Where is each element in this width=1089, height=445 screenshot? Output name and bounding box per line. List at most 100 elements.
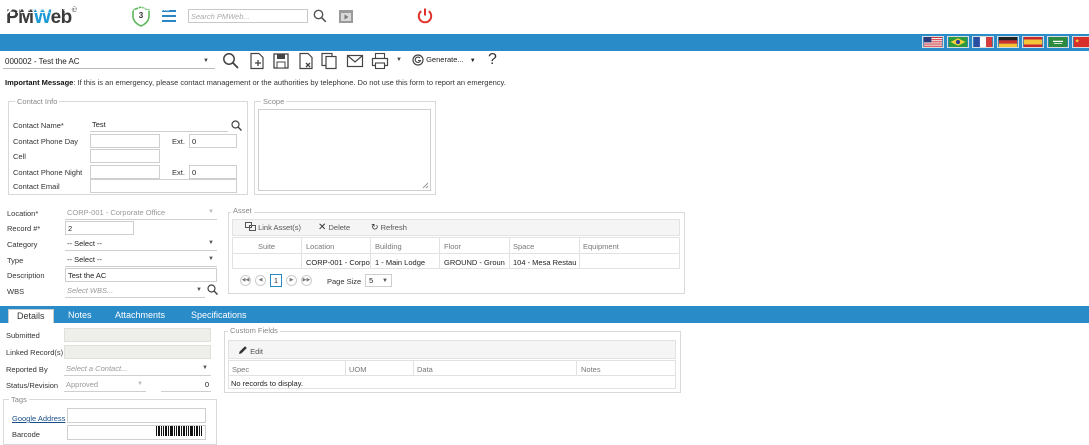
link-assets-button[interactable]: Link Asset(s) (245, 222, 301, 232)
description-input[interactable]: Test the AC (65, 268, 217, 282)
scope-textarea[interactable] (258, 109, 431, 191)
record-selector-value: 000002 - Test the AC (5, 57, 80, 66)
contact-phone-night-input[interactable] (90, 165, 160, 179)
brazil-flag[interactable] (947, 36, 969, 48)
pager-next-button[interactable]: ▶ (286, 275, 297, 286)
tab-attachments[interactable]: Attachments (107, 309, 173, 323)
edit-button[interactable]: Edit (238, 345, 263, 356)
search-icon[interactable] (313, 9, 327, 23)
wbs-select[interactable]: Select WBS... ▼ (65, 284, 205, 298)
status-select[interactable]: Approved ▼ (64, 378, 146, 392)
new-document-icon (250, 52, 264, 70)
contact-search-icon[interactable] (231, 120, 242, 133)
find-button[interactable] (222, 52, 240, 70)
copy-button[interactable] (320, 52, 338, 70)
asset-col-building[interactable]: Building (375, 242, 402, 251)
us-flag[interactable] (922, 36, 944, 48)
asset-col-space[interactable]: Space (513, 242, 534, 251)
barcode-image (155, 426, 203, 438)
delete-asset-button[interactable]: ✕ Delete (318, 222, 350, 233)
print-dropdown-icon[interactable]: ▼ (396, 57, 402, 63)
save-button[interactable] (272, 52, 290, 70)
link-assets-label: Link Asset(s) (258, 223, 302, 232)
ext-night-label: Ext. (172, 168, 185, 177)
asset-col-equipment[interactable]: Equipment (583, 242, 619, 251)
print-button[interactable] (371, 52, 389, 70)
location-select[interactable]: CORP-001 - Corporate Office ▼ (65, 206, 217, 220)
custom-col-spec[interactable]: Spec (232, 365, 249, 374)
contact-name-input[interactable]: Test (90, 118, 228, 132)
reported-by-placeholder: Select a Contact... (66, 364, 128, 373)
china-flag[interactable] (1072, 36, 1089, 48)
asset-cell-building: 1 - Main Lodge (375, 258, 426, 267)
asset-col-suite[interactable]: Suite (258, 242, 275, 251)
asset-cell-floor: GROUND - Groun (444, 258, 505, 267)
linked-records-input (64, 345, 211, 359)
generate-icon (412, 54, 424, 66)
copy-icon (321, 52, 337, 70)
tab-notes[interactable]: Notes (60, 309, 100, 323)
contact-email-input[interactable] (90, 179, 237, 193)
search-icon (223, 53, 239, 69)
reported-by-label: Reported By (6, 365, 48, 374)
contact-email-label: Contact Email (13, 182, 60, 191)
category-value: -- Select -- (67, 239, 103, 248)
asset-cell-location: CORP-001 - Corpo (306, 258, 370, 267)
ext-night-input[interactable]: 0 (189, 165, 237, 179)
reported-by-select[interactable]: Select a Contact... ▼ (64, 362, 211, 376)
saudi-flag[interactable] (1047, 36, 1069, 48)
delete-record-button[interactable] (297, 52, 315, 70)
barcode-label: Barcode (12, 430, 40, 439)
breadcrumb-portfolio-link[interactable]: (Portfolio) (17, 4, 50, 13)
custom-col-data[interactable]: Data (417, 365, 433, 374)
asset-col-location[interactable]: Location (306, 242, 334, 251)
custom-col-notes[interactable]: Notes (581, 365, 601, 374)
no-records-message: No records to display. (231, 379, 303, 388)
ext-day-input[interactable]: 0 (189, 134, 237, 148)
pager-prev-button[interactable]: ◀ (255, 275, 266, 286)
refresh-button[interactable]: ↻ Refresh (371, 222, 407, 233)
chevron-down-icon: ▼ (196, 287, 202, 293)
email-button[interactable] (346, 52, 364, 70)
type-select[interactable]: -- Select -- ▼ (65, 253, 217, 267)
video-icon[interactable] (338, 9, 354, 24)
resize-handle-icon[interactable] (422, 182, 429, 189)
power-icon[interactable] (416, 7, 434, 25)
submitted-label: Submitted (6, 331, 40, 340)
spain-flag[interactable] (1022, 36, 1044, 48)
tab-specifications[interactable]: Specifications (183, 309, 255, 323)
france-flag[interactable] (972, 36, 994, 48)
generate-button[interactable]: Generate... ▼ (412, 54, 476, 66)
record-selector[interactable]: 000002 - Test the AC ▼ (3, 54, 215, 69)
tab-details[interactable]: Details (8, 309, 54, 323)
asset-col-floor[interactable]: Floor (444, 242, 461, 251)
contact-phone-day-label: Contact Phone Day (13, 137, 79, 146)
page-size-label: Page Size (327, 277, 362, 286)
contact-info-legend: Contact Info (15, 97, 60, 106)
generate-dropdown-icon: ▼ (469, 57, 476, 64)
pager-last-button[interactable]: ▶▶ (301, 275, 312, 286)
google-address-input[interactable] (67, 408, 206, 423)
wbs-search-icon[interactable] (207, 284, 218, 297)
custom-col-uom[interactable]: UOM (349, 365, 367, 374)
cell-input[interactable] (90, 149, 160, 163)
help-button[interactable]: ? (488, 51, 497, 69)
refresh-label: Refresh (380, 223, 407, 232)
cell-label: Cell (13, 152, 26, 161)
new-button[interactable] (248, 52, 266, 70)
category-select[interactable]: -- Select -- ▼ (65, 237, 217, 251)
page-size-select[interactable]: 5 ▼ (365, 274, 392, 287)
google-address-link[interactable]: Google Address (12, 414, 65, 423)
chevron-right-icon[interactable] (4, 2, 14, 15)
pager-first-button[interactable]: ◀◀ (240, 275, 251, 286)
printer-icon (371, 52, 389, 70)
search-input[interactable]: Search PMWeb... (188, 9, 308, 23)
chevron-down-icon: ▼ (203, 58, 209, 64)
contact-phone-day-input[interactable] (90, 134, 160, 148)
revision-input[interactable]: 0 (161, 378, 211, 392)
pager-current-page[interactable]: 1 (270, 274, 282, 287)
close-icon: ✕ (318, 222, 327, 233)
asset-legend: Asset (231, 206, 254, 215)
record-number-input[interactable]: 2 (65, 221, 134, 235)
germany-flag[interactable] (997, 36, 1019, 48)
